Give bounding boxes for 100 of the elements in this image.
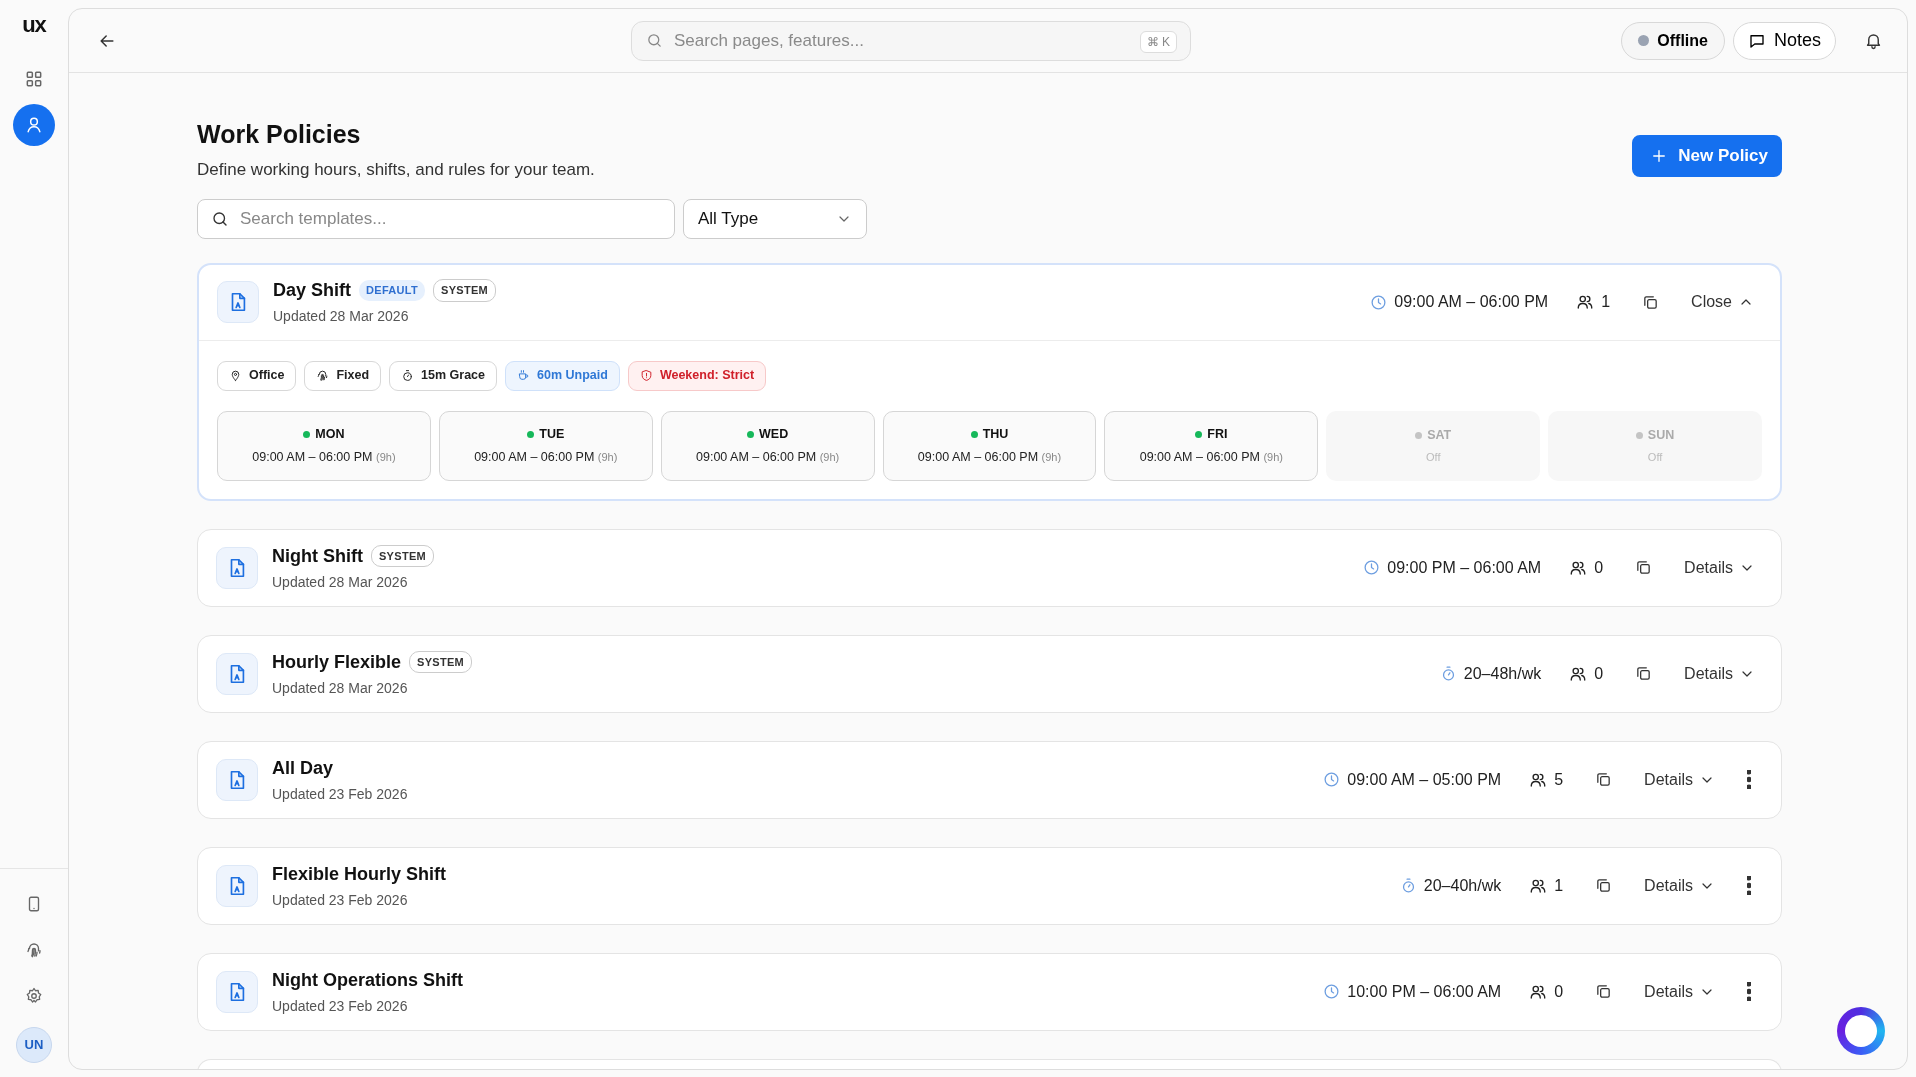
details-toggle[interactable]: Details	[1684, 661, 1755, 686]
day-hours: 09:00 AM – 06:00 PM (9h)	[917, 448, 1062, 466]
type-dropdown[interactable]: All Type	[683, 198, 867, 239]
updated-date: Updated 28 Mar 2026	[273, 307, 410, 326]
stopwatch-icon	[401, 369, 415, 382]
policy-name: Hourly Flexible	[272, 650, 402, 674]
copy-icon	[1595, 877, 1613, 894]
document-icon	[216, 758, 258, 801]
schedule-text: 09:00 PM – 06:00 AM	[1387, 557, 1542, 578]
document-icon	[216, 546, 258, 589]
policy-chip: Weekend: Strict	[627, 360, 767, 391]
policy-tag: DEFAULT	[359, 280, 426, 301]
updated-date: Updated 28 Mar 2026	[272, 678, 409, 698]
member-count: 1	[1554, 875, 1564, 896]
day-status-dot	[970, 430, 978, 438]
fingerprint-icon	[25, 941, 43, 959]
document-icon	[216, 652, 258, 695]
updated-date: Updated 23 Feb 2026	[272, 996, 409, 1016]
schedule-text: 10:00 PM – 06:00 AM	[1347, 981, 1502, 1002]
copy-icon	[1595, 983, 1613, 1000]
member-count: 0	[1594, 557, 1604, 578]
page-subtitle: Define working hours, shifts, and rules for your team.	[197, 159, 595, 181]
shield-icon	[639, 369, 653, 382]
day-status-dot	[747, 430, 755, 438]
document-icon	[216, 970, 258, 1013]
schedule-text: 20–40h/wk	[1423, 875, 1502, 896]
member-count: 0	[1594, 663, 1604, 684]
details-toggle[interactable]: Details	[1644, 767, 1715, 792]
clock-icon	[1363, 559, 1381, 576]
policy-name: Day Shift	[273, 279, 351, 302]
policy-tag: SYSTEM	[371, 544, 434, 568]
users-icon	[1576, 293, 1595, 311]
policy-name: Night Shift	[272, 544, 363, 568]
member-count: 1	[1601, 292, 1611, 312]
details-toggle[interactable]: Details	[1644, 979, 1715, 1004]
policy-chip: 60m Unpaid	[505, 360, 620, 391]
page-title: Work Policies	[197, 119, 362, 149]
shortcut-hint: ⌘ K	[1139, 31, 1177, 53]
document-icon	[217, 281, 259, 323]
schedule-text: 20–48h/wk	[1463, 663, 1542, 684]
user-icon	[24, 115, 44, 135]
day-status-dot	[527, 430, 535, 438]
document-icon	[216, 864, 258, 907]
fingerprint-icon	[316, 369, 330, 382]
day-hours: 09:00 AM – 06:00 PM (9h)	[474, 448, 618, 466]
policy-name: All Day	[272, 756, 334, 780]
updated-date: Updated 23 Feb 2026	[272, 890, 409, 910]
search-field[interactable]: Search templates...	[197, 198, 675, 239]
search-icon	[211, 209, 229, 228]
details-toggle[interactable]: Details	[1644, 873, 1715, 898]
settings-icon	[25, 987, 43, 1005]
day-label: MON	[315, 425, 345, 443]
day-label: TUE	[539, 425, 565, 443]
copy-icon	[1642, 293, 1660, 311]
policy-name: Flexible Hourly Shift	[272, 862, 447, 886]
member-count: 5	[1554, 769, 1564, 790]
copy-icon	[1595, 771, 1613, 788]
day-hours: 09:00 AM – 06:00 PM (9h)	[696, 448, 840, 466]
kebab-icon	[1747, 770, 1751, 789]
day-label: SUN	[1647, 426, 1675, 444]
clock-icon	[1323, 771, 1341, 788]
policy-chip: Office	[217, 360, 297, 391]
policy-tag: SYSTEM	[433, 279, 497, 302]
policy-chip: 15m Grace	[389, 360, 498, 391]
clock-icon	[1323, 983, 1341, 1000]
day-label: THU	[982, 425, 1009, 443]
status-pill[interactable]: Offline	[1621, 21, 1725, 60]
kebab-icon	[1747, 876, 1751, 895]
search-icon	[646, 32, 663, 49]
day-status-dot	[303, 430, 311, 438]
policy-chip: Fixed	[304, 360, 382, 391]
grid-icon	[24, 69, 44, 89]
clock-icon	[1370, 293, 1388, 311]
day-status-dot	[1635, 431, 1643, 439]
day-label: FRI	[1207, 425, 1228, 443]
bell-icon	[1864, 31, 1883, 50]
user-avatar[interactable]: UN	[16, 1027, 52, 1063]
copy-icon	[1635, 665, 1653, 682]
day-status-dot	[1195, 430, 1203, 438]
details-toggle[interactable]: Close	[1691, 290, 1754, 314]
policy-tag: SYSTEM	[409, 650, 473, 674]
notes-button[interactable]: Notes	[1732, 21, 1836, 60]
schedule-text: 09:00 AM – 06:00 PM	[1394, 292, 1549, 312]
new-policy-button[interactable]: New Policy	[1632, 135, 1782, 177]
kebab-icon	[1747, 982, 1751, 1001]
day-hours: Off	[1425, 449, 1441, 465]
updated-date: Updated 23 Feb 2026	[272, 784, 408, 804]
member-count: 0	[1554, 981, 1564, 1002]
updated-date: Updated 28 Mar 2026	[272, 572, 409, 592]
day-hours: 09:00 AM – 06:00 PM (9h)	[1139, 448, 1283, 466]
policy-name: Night Operations Shift	[272, 968, 463, 992]
details-toggle[interactable]: Details	[1684, 555, 1755, 580]
day-hours: 09:00 AM – 06:00 PM (9h)	[252, 448, 396, 466]
schedule-text: 09:00 AM – 05:00 PM	[1347, 769, 1502, 790]
day-hours: Off	[1647, 449, 1663, 465]
day-label: SAT	[1427, 426, 1452, 444]
pin-icon	[229, 369, 242, 382]
sidebar-item[interactable]	[13, 104, 55, 146]
assistant-launcher-button[interactable]	[1837, 1007, 1885, 1055]
copy-icon	[1635, 559, 1653, 576]
